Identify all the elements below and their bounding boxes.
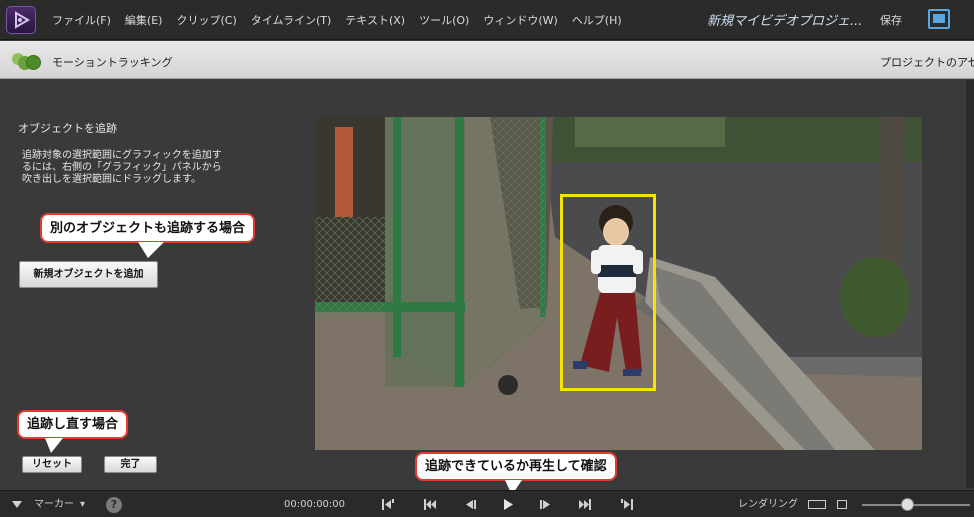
skip-back-icon[interactable] bbox=[423, 498, 437, 511]
marker-menu[interactable]: マーカー bbox=[34, 491, 74, 517]
menu-window[interactable]: ウィンドウ(W) bbox=[483, 12, 557, 28]
callout-text: 追跡できているか再生して確認 bbox=[425, 459, 607, 474]
motion-tracking-icon bbox=[12, 50, 44, 70]
marker-dropdown-icon[interactable] bbox=[12, 501, 22, 508]
transport-bar: マーカー ▾ ? 00:00:00:00 レンダリング bbox=[0, 490, 974, 517]
step-back-icon[interactable] bbox=[464, 498, 478, 511]
menu-bar: ファイル(F) 編集(E) クリップ(C) タイムライン(T) テキスト(X) … bbox=[0, 0, 974, 40]
menu-text[interactable]: テキスト(X) bbox=[345, 12, 405, 28]
panel-header: モーショントラッキング プロジェクトのアセッ bbox=[0, 41, 974, 79]
callout-tail bbox=[45, 438, 63, 453]
callout-text: 追跡し直す場合 bbox=[27, 417, 119, 432]
project-assets-tab[interactable]: プロジェクトのアセッ bbox=[880, 54, 974, 70]
add-new-object-button[interactable]: 新規オブジェクトを追加 bbox=[19, 261, 158, 288]
menu-help[interactable]: ヘルプ(H) bbox=[572, 12, 622, 28]
help-icon[interactable]: ? bbox=[106, 497, 122, 513]
reset-button[interactable]: リセット bbox=[22, 456, 82, 473]
go-to-out-point-icon[interactable] bbox=[620, 498, 634, 511]
save-button[interactable]: 保存 bbox=[880, 12, 902, 28]
tracking-selection-box[interactable] bbox=[560, 194, 656, 391]
zoom-slider-handle[interactable] bbox=[901, 498, 914, 511]
callout-tail bbox=[138, 242, 164, 258]
sidebar-heading: オブジェクトを追跡 bbox=[18, 122, 117, 135]
step-forward-icon[interactable] bbox=[538, 498, 552, 511]
callout-text: 別のオブジェクトも追跡する場合 bbox=[50, 221, 246, 236]
menu-tools[interactable]: ツール(O) bbox=[419, 12, 469, 28]
marker-chevron-icon[interactable]: ▾ bbox=[80, 491, 85, 517]
instructions-text: 追跡対象の選択範囲にグラフィックを追加するには、右側の「グラフィック」パネルから… bbox=[22, 150, 222, 185]
menu-file[interactable]: ファイル(F) bbox=[52, 12, 111, 28]
render-range-icon[interactable] bbox=[808, 500, 826, 509]
main-menu: ファイル(F) 編集(E) クリップ(C) タイムライン(T) テキスト(X) … bbox=[52, 12, 636, 28]
right-panel-edge bbox=[966, 80, 974, 488]
go-to-in-point-icon[interactable] bbox=[381, 498, 395, 511]
project-title[interactable]: 新規マイビデオプロジェ... bbox=[707, 10, 862, 29]
callout-retrack: 追跡し直す場合 bbox=[17, 410, 129, 453]
done-button[interactable]: 完了 bbox=[104, 456, 157, 473]
callout-playback-check: 追跡できているか再生して確認 bbox=[415, 452, 617, 495]
menu-edit[interactable]: 編集(E) bbox=[125, 12, 163, 28]
callout-another-object: 別のオブジェクトも追跡する場合 bbox=[40, 213, 256, 258]
render-button[interactable]: レンダリング bbox=[738, 491, 798, 517]
play-icon[interactable] bbox=[501, 498, 515, 511]
fullscreen-icon[interactable] bbox=[928, 9, 950, 29]
app-logo-icon[interactable] bbox=[6, 6, 36, 34]
panel-title: モーショントラッキング bbox=[52, 56, 173, 69]
zoom-slider-track[interactable] bbox=[862, 504, 970, 506]
timecode[interactable]: 00:00:00:00 bbox=[284, 491, 345, 517]
menu-timeline[interactable]: タイムライン(T) bbox=[251, 12, 332, 28]
skip-forward-icon[interactable] bbox=[578, 498, 592, 511]
video-viewer[interactable] bbox=[315, 117, 922, 450]
menu-clip[interactable]: クリップ(C) bbox=[176, 12, 236, 28]
fit-to-window-icon[interactable] bbox=[837, 500, 847, 509]
